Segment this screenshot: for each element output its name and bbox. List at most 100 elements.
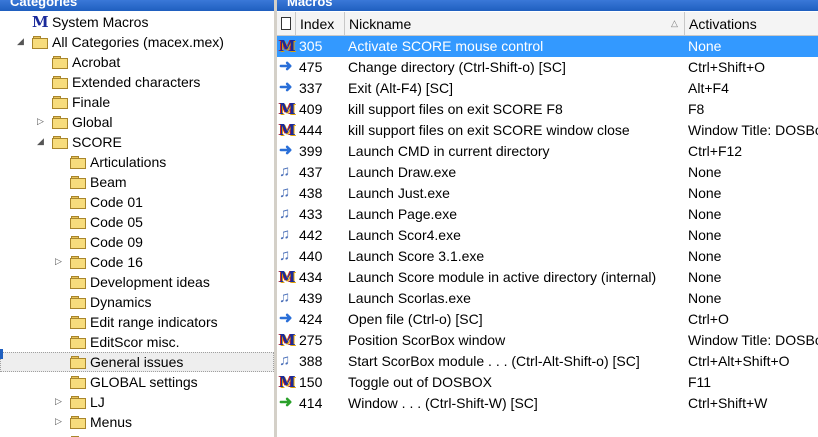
tree-item[interactable]: Finale [0, 92, 274, 112]
tree-item[interactable]: ◢ All Categories (macex.mex) [0, 32, 274, 52]
tree-item[interactable]: GLOBAL settings [0, 372, 274, 392]
tree-item-label: Extended characters [72, 74, 201, 90]
tree-item[interactable]: ▷ Code 16 [0, 252, 274, 272]
macro-activation: None [688, 38, 722, 54]
macro-row[interactable]: M 409 kill support files on exit SCORE F8 F… [277, 99, 818, 120]
tree-item[interactable]: M System Macros [0, 12, 274, 32]
tree-item-label: GLOBAL settings [90, 374, 198, 390]
tree-item[interactable]: Edit range indicators [0, 312, 274, 332]
macro-row[interactable]: ➜ 399 Launch CMD in current directory Ctrl+… [277, 141, 818, 162]
index-column-header[interactable]: Index [296, 12, 345, 35]
tree-item[interactable]: ▷ Menus [0, 412, 274, 432]
tree-item[interactable]: EditScor misc. [0, 332, 274, 352]
macro-nickname: Open file (Ctrl-o) [SC] [348, 311, 483, 327]
category-tree: M System Macros ◢ All Categories (macex.mex… [0, 12, 274, 437]
tree-item-label: EditScor misc. [90, 334, 180, 350]
macro-row[interactable]: ➜ 475 Change directory (Ctrl-Shift-o) [SC]… [277, 57, 818, 78]
folder-icon [70, 276, 86, 289]
categories-pane: Categories M System Macros ◢ All Categories… [0, 0, 274, 437]
macro-row[interactable]: ♫ 440 Launch Score 3.1.exe None [277, 246, 818, 267]
tree-item[interactable]: Dynamics [0, 292, 274, 312]
folder-icon [70, 296, 86, 309]
macro-activation: None [688, 269, 722, 285]
music-note-icon: ♫ [279, 289, 291, 306]
icon-column-header[interactable] [277, 12, 296, 35]
categories-header: Categories [0, 0, 274, 11]
macro-row[interactable]: ♫ 437 Launch Draw.exe None [277, 162, 818, 183]
macro-activation: Ctrl+Shift+O [688, 59, 766, 75]
tree-item-label: System Macros [52, 14, 149, 30]
m-macro-icon: M [279, 121, 296, 139]
tree-item[interactable]: Articulations [0, 152, 274, 172]
tree-item-label: LJ [90, 394, 105, 410]
music-note-icon: ♫ [279, 163, 291, 180]
macro-row[interactable]: M 434 Launch Score module in active direct… [277, 267, 818, 288]
folder-icon [70, 416, 86, 429]
tree-item[interactable]: Code 01 [0, 192, 274, 212]
tree-item[interactable]: Development ideas [0, 272, 274, 292]
macro-row[interactable]: ♫ 433 Launch Page.exe None [277, 204, 818, 225]
macro-row[interactable]: ➜ 337 Exit (Alt-F4) [SC] Alt+F4 [277, 78, 818, 99]
green-arrow-icon: ➜ [279, 394, 293, 411]
document-icon [281, 17, 291, 30]
tree-item[interactable]: Extended characters [0, 72, 274, 92]
m-macro-icon: M [279, 268, 296, 286]
folder-icon [52, 116, 68, 129]
macro-index: 438 [299, 185, 323, 201]
macro-row[interactable]: M 275 Position ScorBox window Window Title:… [277, 330, 818, 351]
tree-item-label: Dynamics [90, 294, 152, 310]
m-macro-icon: M [279, 100, 296, 118]
macro-row[interactable]: M 150 Toggle out of DOSBOX F11 [277, 372, 818, 393]
tree-item[interactable] [0, 432, 274, 437]
macro-row[interactable]: ➜ 414 Window . . . (Ctrl-Shift-W) [SC] Ctrl… [277, 393, 818, 414]
expand-arrow-icon[interactable]: ▷ [55, 416, 63, 426]
tree-item[interactable]: ◢ SCORE [0, 132, 274, 152]
folder-icon [70, 396, 86, 409]
macro-nickname: Toggle out of DOSBOX [348, 374, 492, 390]
tree-item-label: Finale [72, 94, 111, 110]
macro-row[interactable]: ➜ 424 Open file (Ctrl-o) [SC] Ctrl+O [277, 309, 818, 330]
expand-arrow-icon[interactable]: ▷ [55, 396, 63, 406]
macro-activation: None [688, 164, 722, 180]
tree-item[interactable]: ▷ LJ [0, 392, 274, 412]
blue-arrow-icon: ➜ [279, 310, 293, 327]
folder-icon [70, 356, 86, 369]
macro-nickname: Exit (Alt-F4) [SC] [348, 80, 454, 96]
tree-item-label: All Categories (macex.mex) [52, 34, 224, 50]
macro-row[interactable]: M 444 kill support files on exit SCORE win… [277, 120, 818, 141]
tree-item-label: Acrobat [72, 54, 121, 70]
m-macro-icon: M [279, 373, 296, 391]
tree-item[interactable]: ▷ Global [0, 112, 274, 132]
macro-row[interactable]: M 305 Activate SCORE mouse control None [277, 36, 818, 57]
tree-item[interactable]: General issues [0, 352, 274, 372]
m-macro-icon: M [279, 37, 296, 55]
folder-icon [70, 336, 86, 349]
macro-nickname: Launch Draw.exe [348, 164, 457, 180]
blue-arrow-icon: ➜ [279, 58, 293, 75]
macro-nickname: Activate SCORE mouse control [348, 38, 544, 54]
blue-arrow-icon: ➜ [279, 79, 293, 96]
collapse-arrow-icon[interactable]: ◢ [37, 136, 45, 146]
macro-activation: None [688, 248, 722, 264]
macro-activation: F8 [688, 101, 705, 117]
macro-row[interactable]: ♫ 388 Start ScorBox module . . . (Ctrl-Alt… [277, 351, 818, 372]
categories-title: Categories [10, 0, 78, 9]
folder-icon [70, 236, 86, 249]
macro-row[interactable]: ♫ 439 Launch Scorlas.exe None [277, 288, 818, 309]
music-note-icon: ♫ [279, 205, 291, 222]
grid-header: Index Nickname △ Activations [277, 12, 818, 36]
tree-item[interactable]: Beam [0, 172, 274, 192]
macro-activation: Ctrl+F12 [688, 143, 743, 159]
activations-column-header[interactable]: Activations [685, 12, 818, 35]
macro-activation: Window Title: DOSBo [688, 122, 818, 138]
tree-item[interactable]: Code 05 [0, 212, 274, 232]
nickname-column-header[interactable]: Nickname △ [345, 12, 685, 35]
macro-row[interactable]: ♫ 438 Launch Just.exe None [277, 183, 818, 204]
macro-row[interactable]: ♫ 442 Launch Scor4.exe None [277, 225, 818, 246]
macro-activation: F11 [688, 374, 712, 390]
expand-arrow-icon[interactable]: ▷ [55, 256, 63, 266]
tree-item[interactable]: Acrobat [0, 52, 274, 72]
tree-item[interactable]: Code 09 [0, 232, 274, 252]
collapse-arrow-icon[interactable]: ◢ [17, 36, 25, 46]
expand-arrow-icon[interactable]: ▷ [37, 116, 45, 126]
